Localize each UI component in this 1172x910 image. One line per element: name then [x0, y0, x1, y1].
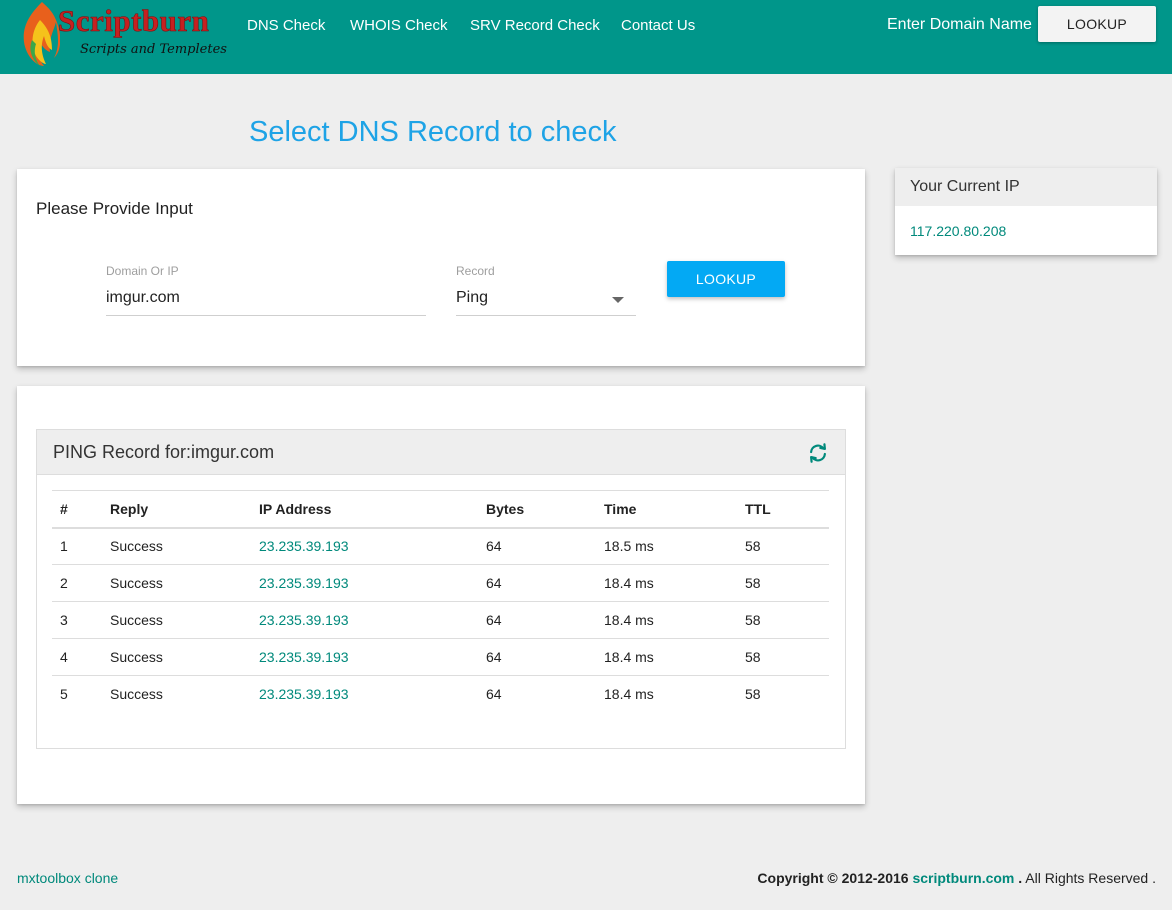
ping-results-title: PING Record for:imgur.com	[53, 442, 275, 462]
caret-down-icon[interactable]	[612, 297, 624, 303]
table-row: 5 Success 23.235.39.193 64 18.4 ms 58	[52, 676, 829, 713]
ping-results-table: # Reply IP Address Bytes Time TTL 1 Succ…	[52, 490, 829, 713]
row-time: 18.4 ms	[596, 638, 737, 676]
column-header: IP Address	[251, 490, 478, 529]
row-number: 4	[52, 638, 102, 676]
footer-copyright: Copyright © 2012-2016 scriptburn.com . A…	[757, 870, 1156, 886]
row-ip-link[interactable]: 23.235.39.193	[251, 638, 478, 676]
current-ip-title: Your Current IP	[910, 178, 1020, 195]
refresh-icon[interactable]	[807, 442, 829, 464]
copyright-dot: .	[1018, 870, 1023, 886]
row-reply: Success	[102, 564, 251, 602]
row-ttl: 58	[737, 601, 829, 639]
row-ttl: 58	[745, 686, 761, 703]
row-ip-link[interactable]: 23.235.39.193	[251, 527, 478, 565]
footer-site-link[interactable]: scriptburn.com	[912, 870, 1014, 886]
nav-srv-record-check[interactable]: SRV Record Check	[470, 17, 600, 35]
copyright-text: Copyright © 2012-2016	[757, 870, 909, 886]
row-reply: Success	[102, 527, 251, 565]
row-ttl: 58	[737, 638, 829, 676]
domain-field-label: Domain Or IP	[106, 264, 179, 278]
logo-subtitle: Scripts and Templetes	[80, 42, 227, 57]
record-select[interactable]: Ping	[456, 288, 636, 308]
domain-input-underline	[106, 315, 426, 316]
header-lookup-button[interactable]: LOOKUP	[1038, 6, 1156, 42]
ping-results-header: PING Record for:imgur.com	[37, 430, 845, 475]
input-card-title: Please Provide Input	[36, 199, 193, 218]
domain-input[interactable]: imgur.com	[106, 288, 426, 308]
record-select-underline	[456, 315, 636, 316]
row-number: 3	[52, 601, 102, 639]
column-header: Bytes	[478, 490, 596, 529]
table-header-row: # Reply IP Address Bytes Time TTL	[52, 490, 829, 529]
row-reply: Success	[102, 601, 251, 639]
ping-results-panel: PING Record for:imgur.com # Reply IP Add…	[36, 429, 846, 749]
current-ip-card: Your Current IP 117.220.80.208	[895, 168, 1157, 255]
row-time: 18.4 ms	[596, 564, 737, 602]
row-ttl: 58	[737, 527, 829, 565]
row-number: 2	[52, 564, 102, 602]
row-bytes: 64	[478, 638, 596, 676]
input-card: Please Provide Input Domain Or IP imgur.…	[17, 169, 865, 366]
column-header: TTL	[737, 490, 829, 529]
row-ip-link[interactable]: 23.235.39.193	[251, 564, 478, 602]
flame-icon	[23, 2, 60, 66]
page-title: Select DNS Record to check	[249, 116, 617, 148]
row-ip-link[interactable]: 23.235.39.193	[251, 601, 478, 639]
row-bytes: 64	[478, 527, 596, 565]
record-field-label: Record	[456, 264, 495, 278]
row-time: 18.5 ms	[596, 527, 737, 565]
column-header: Reply	[102, 490, 251, 529]
column-header: #	[52, 490, 102, 529]
result-card: PING Record for:imgur.com # Reply IP Add…	[17, 386, 865, 804]
table-row: 3 Success 23.235.39.193 64 18.4 ms 58	[52, 601, 829, 639]
domain-name-label: Enter Domain Name	[887, 16, 1032, 33]
rights-text: All Rights Reserved .	[1025, 870, 1156, 886]
row-time: 18.4 ms	[604, 686, 654, 703]
row-ttl: 58	[737, 564, 829, 602]
navbar: Scriptburn Scripts and Templetes DNS Che…	[0, 0, 1172, 74]
table-row: 2 Success 23.235.39.193 64 18.4 ms 58	[52, 564, 829, 602]
current-ip-header: Your Current IP	[895, 168, 1157, 206]
row-ip-link[interactable]: 23.235.39.193	[251, 676, 478, 713]
row-time: 18.4 ms	[596, 601, 737, 639]
nav-whois-check[interactable]: WHOIS Check	[350, 17, 448, 35]
row-number: 5	[60, 686, 68, 703]
site-logo[interactable]: Scriptburn Scripts and Templetes	[18, 0, 233, 70]
table-row: 4 Success 23.235.39.193 64 18.4 ms 58	[52, 638, 829, 676]
nav-dns-check[interactable]: DNS Check	[247, 17, 325, 35]
footer-mxtoolbox-link[interactable]: mxtoolbox clone	[17, 870, 118, 886]
row-bytes: 64	[486, 686, 502, 703]
current-ip-value[interactable]: 117.220.80.208	[910, 223, 1006, 239]
nav-contact-us[interactable]: Contact Us	[621, 17, 695, 35]
lookup-button[interactable]: LOOKUP	[667, 261, 785, 297]
row-number: 1	[52, 527, 102, 565]
row-reply: Success	[102, 638, 251, 676]
row-reply: Success	[110, 686, 163, 703]
table-row: 1 Success 23.235.39.193 64 18.5 ms 58	[52, 527, 829, 565]
row-bytes: 64	[478, 564, 596, 602]
row-bytes: 64	[478, 601, 596, 639]
logo-title: Scriptburn	[58, 3, 210, 38]
column-header: Time	[596, 490, 737, 529]
